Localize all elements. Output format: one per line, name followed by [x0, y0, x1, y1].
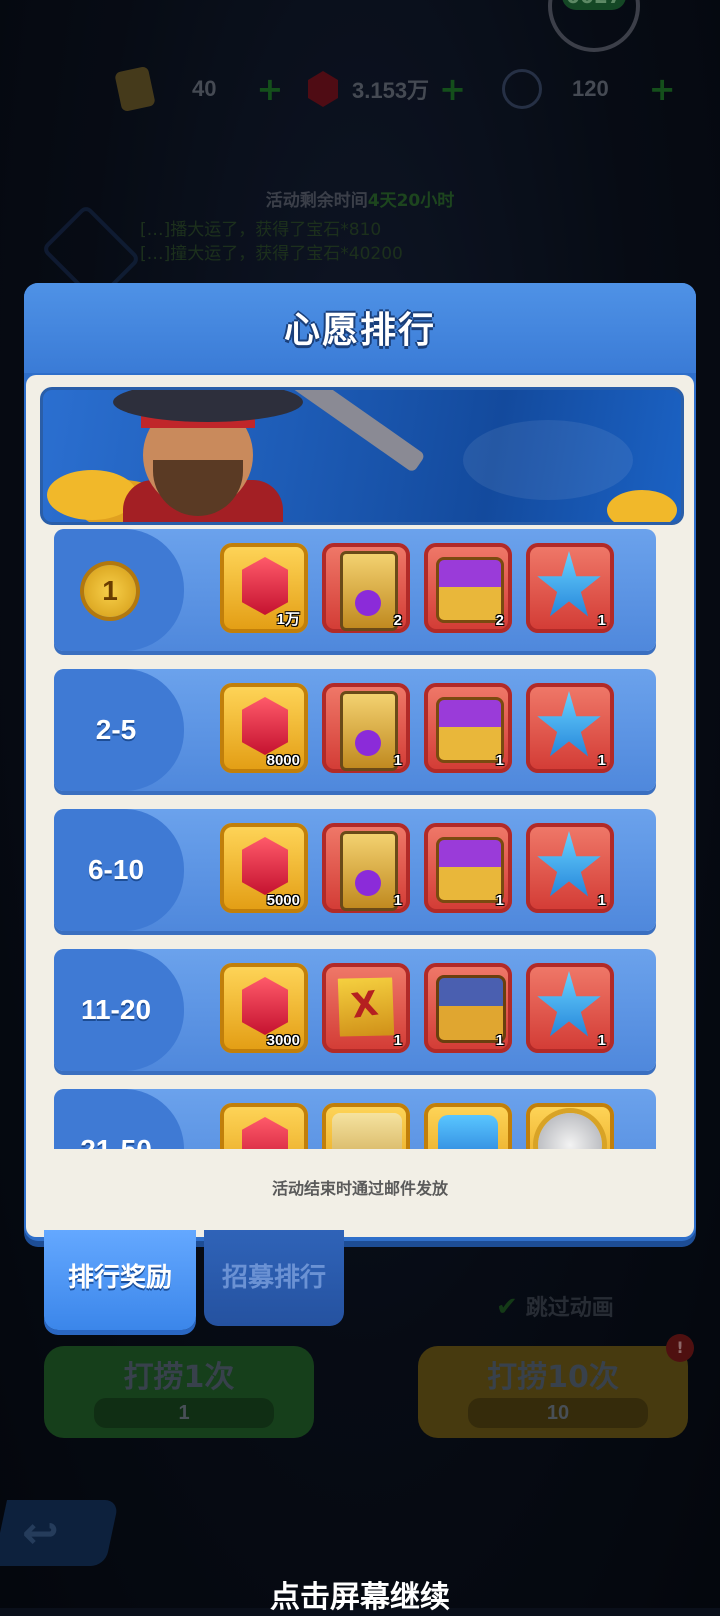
blue-star-icon [537, 551, 601, 617]
reward-row: 21-50 [54, 1089, 656, 1149]
reward-row: 2-5 8000 1 1 1 [54, 669, 656, 791]
item-quantity: 5000 [266, 892, 300, 909]
item-quantity: 1 [393, 1032, 402, 1049]
item-quantity: 2 [393, 612, 402, 629]
gold-medal-icon: 1 [84, 565, 136, 617]
reward-item[interactable]: 1 [526, 543, 614, 633]
hero-card-icon [340, 831, 398, 911]
rank-label: 11-20 [80, 994, 152, 1025]
item-quantity: 2 [495, 612, 504, 629]
hero-card-icon [340, 551, 398, 631]
tap-to-continue[interactable]: 点击屏幕继续 [0, 1572, 720, 1616]
reward-item[interactable]: 1 [424, 823, 512, 913]
item-quantity: 1 [393, 892, 402, 909]
item-quantity: 1 [597, 892, 606, 909]
reward-item[interactable]: 8000 [220, 683, 308, 773]
gold-coins [607, 490, 677, 522]
reward-items [220, 1103, 614, 1149]
reward-item[interactable]: 3000 [220, 963, 308, 1053]
tab-rank-rewards[interactable]: 排行奖励 [44, 1230, 196, 1330]
purple-chest-icon [436, 837, 504, 903]
item-quantity: 1 [495, 1032, 504, 1049]
item-quantity: 1 [597, 752, 606, 769]
hero-card-icon [340, 691, 398, 771]
reward-item[interactable]: 1 [322, 823, 410, 913]
item-quantity: 1 [597, 1032, 606, 1049]
reward-item[interactable]: 1 [322, 683, 410, 773]
ruby-icon [242, 557, 288, 615]
item-quantity: 1 [393, 752, 402, 769]
reward-item[interactable]: 1 [424, 683, 512, 773]
gold-flag-icon [332, 971, 400, 1043]
blue-star-icon [537, 831, 601, 897]
blue-star-icon [537, 691, 601, 757]
rank-label: 2-5 [95, 714, 137, 745]
reward-row: 1 1万 2 2 1 [54, 529, 656, 651]
item-quantity: 8000 [266, 752, 300, 769]
reward-list[interactable]: 1 1万 2 2 1 2-5 8000 1 1 1 6-10 5000 1 1 … [42, 529, 678, 1149]
reward-item[interactable]: 1 [322, 963, 410, 1053]
reward-items: 5000 1 1 1 [220, 823, 614, 915]
shark-shadow [463, 420, 633, 500]
silver-coin-icon [538, 1113, 602, 1149]
reward-row: 6-10 5000 1 1 1 [54, 809, 656, 931]
reward-items: 1万 2 2 1 [220, 543, 614, 635]
reward-item[interactable]: 1 [424, 963, 512, 1053]
item-quantity: 1万 [276, 611, 300, 628]
pirate-banner [40, 387, 684, 525]
reward-item[interactable]: 1 [526, 823, 614, 913]
ranking-modal: 心愿排行 1 1万 2 2 1 2-5 8000 1 1 1 6-10 5000… [24, 283, 696, 1241]
mail-delivery-note: 活动结束时通过邮件发放 [271, 1179, 448, 1198]
item-quantity: 1 [597, 612, 606, 629]
rank-label: 6-10 [87, 854, 145, 885]
item-quantity: 3000 [266, 1032, 300, 1049]
sword [290, 390, 426, 474]
reward-item[interactable]: 1万 [220, 543, 308, 633]
modal-header: 心愿排行 [24, 283, 696, 373]
reward-items: 8000 1 1 1 [220, 683, 614, 775]
reward-item[interactable] [322, 1103, 410, 1149]
ruby-icon [242, 697, 288, 755]
modal-title: 心愿排行 [283, 310, 436, 351]
reward-item[interactable]: 1 [526, 963, 614, 1053]
item-quantity: 1 [495, 752, 504, 769]
reward-items: 3000 1 1 1 [220, 963, 614, 1055]
gold-scroll-icon [332, 1113, 402, 1149]
ruby-icon [242, 837, 288, 895]
reward-row: 11-20 3000 1 1 1 [54, 949, 656, 1071]
purple-chest-icon [436, 557, 504, 623]
reward-item[interactable]: 2 [322, 543, 410, 633]
reward-item[interactable] [424, 1103, 512, 1149]
reward-item[interactable]: 5000 [220, 823, 308, 913]
reward-item[interactable] [220, 1103, 308, 1149]
reward-item[interactable]: 1 [526, 683, 614, 773]
ruby-icon [242, 1117, 288, 1149]
item-quantity: 1 [495, 892, 504, 909]
rank-label: 21-50 [54, 1089, 178, 1149]
modal-body: 1 1万 2 2 1 2-5 8000 1 1 1 6-10 5000 1 1 … [26, 375, 694, 1237]
blue-box-icon [438, 1115, 498, 1149]
purple-chest-icon [436, 697, 504, 763]
blue-star-icon [537, 971, 601, 1037]
ruby-icon [242, 977, 288, 1035]
tab-recruit-ranking[interactable]: 招募排行 [204, 1230, 344, 1326]
reward-item[interactable] [526, 1103, 614, 1149]
reward-item[interactable]: 2 [424, 543, 512, 633]
